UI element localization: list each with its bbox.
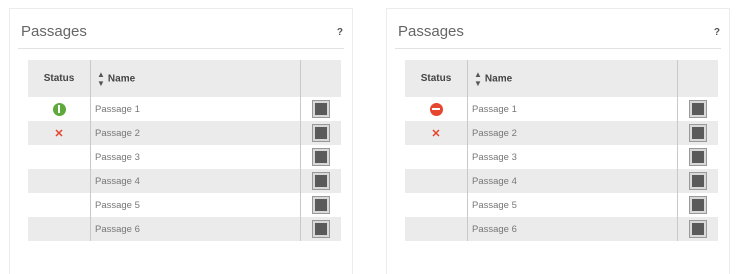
- green-ok-icon: [52, 102, 66, 116]
- row-checkbox[interactable]: [690, 197, 706, 213]
- table-row[interactable]: Passage 3: [405, 145, 718, 169]
- passage-name: Passage 6: [90, 217, 301, 241]
- name-column-header[interactable]: ▲ ▼ Name: [90, 60, 301, 97]
- action-cell: [677, 217, 718, 241]
- action-cell: [677, 169, 718, 193]
- status-cell: [28, 97, 91, 121]
- action-cell: [300, 193, 341, 217]
- table-row[interactable]: Passage 1: [405, 97, 718, 121]
- status-column-header[interactable]: Status: [28, 60, 91, 97]
- row-checkbox[interactable]: [313, 101, 329, 117]
- passage-name: Passage 3: [467, 145, 678, 169]
- row-checkbox[interactable]: [313, 125, 329, 141]
- table-row[interactable]: Passage 4: [405, 169, 718, 193]
- passage-name: Passage 1: [467, 97, 678, 121]
- actions-column-header: [300, 60, 341, 97]
- status-cell: [28, 145, 91, 169]
- row-checkbox[interactable]: [690, 221, 706, 237]
- status-cell: [405, 169, 468, 193]
- passages-table: Status ▲ ▼ Name Passage 1 ✕ Passage 2 Pass…: [405, 60, 718, 241]
- row-checkbox[interactable]: [313, 221, 329, 237]
- passage-name: Passage 6: [467, 217, 678, 241]
- actions-column-header: [677, 60, 718, 97]
- passage-name: Passage 5: [90, 193, 301, 217]
- help-icon[interactable]: ?: [337, 27, 343, 38]
- table-header-row: Status ▲ ▼ Name: [28, 60, 341, 97]
- divider: [18, 48, 344, 49]
- row-checkbox[interactable]: [313, 149, 329, 165]
- row-checkbox[interactable]: [690, 149, 706, 165]
- action-cell: [677, 145, 718, 169]
- action-cell: [300, 97, 341, 121]
- status-column-header[interactable]: Status: [405, 60, 468, 97]
- action-cell: [300, 169, 341, 193]
- status-cell: [405, 193, 468, 217]
- passage-name: Passage 2: [90, 121, 301, 145]
- red-no-entry-icon: [429, 102, 443, 116]
- row-checkbox[interactable]: [690, 173, 706, 189]
- help-icon[interactable]: ?: [714, 27, 720, 38]
- passage-name: Passage 4: [90, 169, 301, 193]
- table-row[interactable]: Passage 3: [28, 145, 341, 169]
- action-cell: [300, 217, 341, 241]
- row-checkbox[interactable]: [313, 173, 329, 189]
- passage-name: Passage 5: [467, 193, 678, 217]
- row-checkbox[interactable]: [313, 197, 329, 213]
- sort-arrows-icon[interactable]: ▲ ▼: [474, 70, 482, 88]
- table-header-row: Status ▲ ▼ Name: [405, 60, 718, 97]
- table-row[interactable]: ✕ Passage 2: [28, 121, 341, 145]
- name-header-label: Name: [484, 73, 513, 85]
- status-cell: [28, 193, 91, 217]
- table-row[interactable]: Passage 1: [28, 97, 341, 121]
- panel-title: Passages: [398, 23, 464, 40]
- status-cell: ✕: [405, 121, 468, 145]
- red-x-icon: ✕: [431, 127, 441, 140]
- passages-table: Status ▲ ▼ Name Passage 1 ✕ Passage 2 Pass…: [28, 60, 341, 241]
- passage-name: Passage 3: [90, 145, 301, 169]
- status-cell: [405, 97, 468, 121]
- red-x-icon: ✕: [54, 127, 64, 140]
- name-column-header[interactable]: ▲ ▼ Name: [467, 60, 678, 97]
- table-row[interactable]: Passage 5: [28, 193, 341, 217]
- status-cell: [405, 217, 468, 241]
- divider: [395, 48, 721, 49]
- passage-name: Passage 2: [467, 121, 678, 145]
- panel-title: Passages: [21, 23, 87, 40]
- passage-name: Passage 4: [467, 169, 678, 193]
- action-cell: [300, 145, 341, 169]
- action-cell: [677, 121, 718, 145]
- row-checkbox[interactable]: [690, 101, 706, 117]
- table-row[interactable]: Passage 6: [28, 217, 341, 241]
- action-cell: [300, 121, 341, 145]
- action-cell: [677, 97, 718, 121]
- passages-panel-right: Passages ? Status ▲ ▼ Name Passage 1 ✕ Pas…: [386, 8, 730, 274]
- status-cell: [28, 217, 91, 241]
- table-row[interactable]: Passage 6: [405, 217, 718, 241]
- passage-name: Passage 1: [90, 97, 301, 121]
- table-row[interactable]: Passage 5: [405, 193, 718, 217]
- row-checkbox[interactable]: [690, 125, 706, 141]
- table-row[interactable]: ✕ Passage 2: [405, 121, 718, 145]
- status-cell: [28, 169, 91, 193]
- table-row[interactable]: Passage 4: [28, 169, 341, 193]
- action-cell: [677, 193, 718, 217]
- status-cell: ✕: [28, 121, 91, 145]
- name-header-label: Name: [107, 73, 136, 85]
- status-cell: [405, 145, 468, 169]
- sort-arrows-icon[interactable]: ▲ ▼: [97, 70, 105, 88]
- passages-panel-left: Passages ? Status ▲ ▼ Name Passage 1 ✕ Pas…: [9, 8, 353, 274]
